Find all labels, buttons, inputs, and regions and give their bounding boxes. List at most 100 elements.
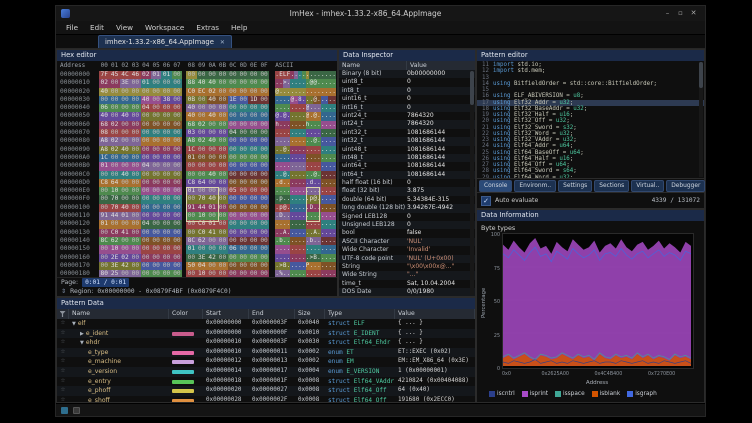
ascii-char[interactable]: . <box>332 137 336 145</box>
hex-byte[interactable]: 00 <box>228 262 238 270</box>
hex-byte[interactable]: 00 <box>238 229 248 237</box>
inspector-value[interactable]: 3.875 <box>407 187 475 195</box>
hex-byte[interactable]: 00 <box>99 96 109 104</box>
hex-byte[interactable]: 00 <box>99 229 109 237</box>
hex-byte[interactable]: 00 <box>130 195 140 203</box>
minimize-button[interactable]: – <box>661 6 674 21</box>
hex-byte[interactable]: 00 <box>217 71 227 79</box>
hex-byte[interactable]: 40 <box>120 204 130 212</box>
hex-byte[interactable]: 00 <box>259 229 269 237</box>
hex-byte[interactable]: 00 <box>151 254 161 262</box>
ascii-char[interactable]: . <box>332 162 336 170</box>
hex-byte[interactable]: 00 <box>172 112 182 120</box>
hex-byte[interactable]: 00 <box>120 187 130 195</box>
ascii-char[interactable]: . <box>332 71 336 79</box>
hex-byte[interactable]: 00 <box>238 154 248 162</box>
hex-byte[interactable]: 03 <box>186 129 196 137</box>
hex-byte[interactable]: 00 <box>259 262 269 270</box>
inspector-row[interactable]: UTF-8 code point'NUL' (U+0x00) <box>339 255 475 263</box>
hex-byte[interactable]: 00 <box>141 195 151 203</box>
inspector-scrollbar[interactable] <box>470 71 474 295</box>
hex-byte[interactable]: 00 <box>99 254 109 262</box>
hex-byte[interactable]: 8C <box>186 237 196 245</box>
hex-byte[interactable]: 00 <box>248 220 258 228</box>
hex-byte[interactable]: 00 <box>172 237 182 245</box>
hex-byte[interactable]: 00 <box>151 245 161 253</box>
hex-byte[interactable]: 00 <box>120 179 130 187</box>
favorite-star-icon[interactable]: ☆ <box>57 348 69 358</box>
inspector-value[interactable]: 1081686144 <box>407 146 475 154</box>
hex-byte[interactable]: 4C <box>120 71 130 79</box>
hex-byte[interactable]: 50 <box>186 262 196 270</box>
hex-byte[interactable]: 00 <box>238 262 248 270</box>
pattern-row[interactable]: ☆e_machine0x000000120x000000130x0002enum… <box>57 357 475 367</box>
hex-byte[interactable]: 02 <box>207 88 217 96</box>
hex-byte[interactable]: 2E <box>109 254 119 262</box>
column-header-type[interactable]: Type <box>325 309 395 319</box>
hex-byte[interactable]: EC <box>197 88 207 96</box>
hex-byte[interactable]: 00 <box>259 204 269 212</box>
hex-byte[interactable]: 02 <box>197 121 207 129</box>
hex-byte[interactable]: 00 <box>151 212 161 220</box>
hex-byte[interactable]: 00 <box>228 179 238 187</box>
hex-byte[interactable]: 00 <box>217 229 227 237</box>
hex-byte[interactable]: 00 <box>259 112 269 120</box>
hex-byte[interactable]: 00 <box>151 129 161 137</box>
hex-byte[interactable]: 00 <box>172 171 182 179</box>
hex-byte[interactable]: 00 <box>120 154 130 162</box>
inspector-value[interactable]: "..." <box>407 271 475 279</box>
inspector-row[interactable]: half float (16 bit)0 <box>339 179 475 187</box>
hex-byte[interactable]: 00 <box>130 254 140 262</box>
hex-byte[interactable]: 38 <box>161 96 171 104</box>
hex-byte[interactable]: 00 <box>172 146 182 154</box>
hex-byte[interactable]: 10 <box>197 270 207 277</box>
hex-byte[interactable]: 00 <box>151 229 161 237</box>
hex-byte[interactable]: 00 <box>238 112 248 120</box>
maximize-button[interactable]: ▫ <box>674 6 687 21</box>
hex-byte[interactable]: 00 <box>172 262 182 270</box>
hex-byte[interactable]: 00 <box>161 137 171 145</box>
hex-byte[interactable]: 40 <box>207 79 217 87</box>
hex-byte[interactable]: 00 <box>161 179 171 187</box>
hex-byte[interactable]: 00 <box>186 162 196 170</box>
hex-byte[interactable]: 00 <box>217 171 227 179</box>
inspector-row[interactable]: int16_t0 <box>339 104 475 112</box>
hex-byte[interactable]: 00 <box>109 171 119 179</box>
legend-item-isblank[interactable]: isblank <box>592 391 621 397</box>
hex-byte[interactable]: 00 <box>161 104 171 112</box>
hex-body[interactable]: 000000007F454C46020101000000000000000000… <box>57 71 337 277</box>
hex-byte[interactable]: 00 <box>238 254 248 262</box>
hex-byte[interactable]: 00 <box>248 88 258 96</box>
hex-byte[interactable]: 00 <box>207 129 217 137</box>
hex-byte[interactable]: 00 <box>151 171 161 179</box>
hex-byte[interactable]: 00 <box>141 187 151 195</box>
hex-byte[interactable]: 00 <box>259 121 269 129</box>
menu-item-extras[interactable]: Extras <box>190 21 225 34</box>
hex-byte[interactable]: 00 <box>238 245 248 253</box>
editor-scrollbar[interactable] <box>699 62 703 177</box>
data-inspector-header[interactable]: Name Value <box>339 61 475 70</box>
inspector-value[interactable]: 3.94267E-4942 <box>407 204 475 212</box>
hex-byte[interactable]: 00 <box>217 88 227 96</box>
hex-byte[interactable]: 00 <box>238 171 248 179</box>
hex-byte[interactable]: 00 <box>228 237 238 245</box>
hex-byte[interactable]: 00 <box>259 129 269 137</box>
hex-byte[interactable]: 01 <box>99 162 109 170</box>
inspector-value[interactable]: 0 <box>407 78 475 86</box>
inspector-value[interactable]: 'Invalid' <box>407 246 475 254</box>
hex-byte[interactable]: 00 <box>259 187 269 195</box>
pattern-row[interactable]: ☆e_shoff0x000000280x0000002F0x0008struct… <box>57 396 475 402</box>
editor-tab-settings[interactable]: Settings <box>558 180 592 192</box>
inspector-value[interactable]: 7864320 <box>407 112 475 120</box>
pattern-name[interactable]: e_phoff <box>69 386 169 396</box>
column-header-start[interactable]: Start <box>203 309 249 319</box>
inspector-value[interactable]: 0/0/1980 <box>407 288 475 296</box>
hex-byte[interactable]: 01 <box>186 154 196 162</box>
hex-byte[interactable]: 04 <box>197 262 207 270</box>
hex-byte[interactable]: 00 <box>217 137 227 145</box>
hex-byte[interactable]: 00 <box>207 146 217 154</box>
hex-byte[interactable]: 00 <box>207 104 217 112</box>
pattern-row[interactable]: ☆e_type0x000000100x000000110x0002enum ET… <box>57 348 475 358</box>
hex-byte[interactable]: 00 <box>228 79 238 87</box>
ascii-char[interactable]: . <box>332 245 336 253</box>
